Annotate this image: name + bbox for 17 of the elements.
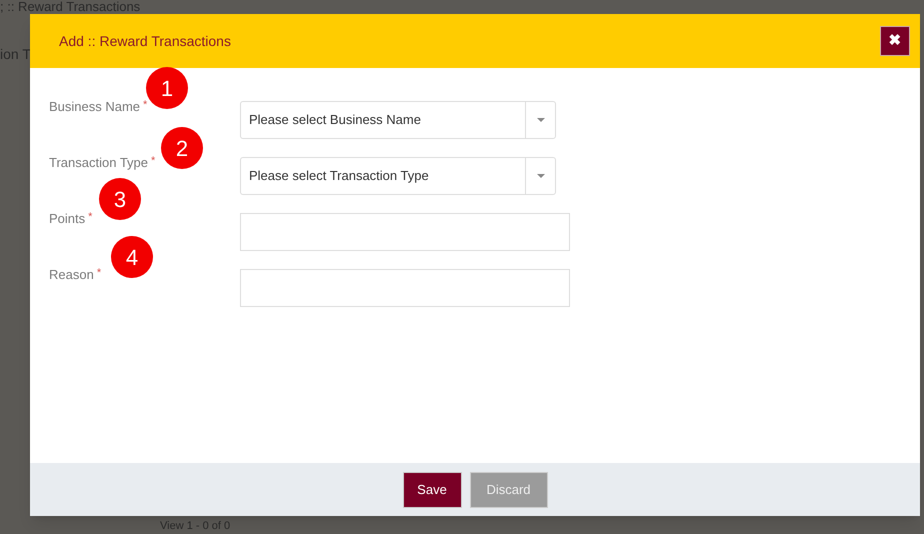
field-label: Business Name: [49, 99, 140, 115]
input-field[interactable]: [240, 213, 570, 251]
required-mark: *: [143, 99, 148, 111]
select-field[interactable]: Please select Business Name: [240, 101, 556, 139]
save-button[interactable]: Save: [402, 472, 462, 508]
field-label: Points: [49, 211, 86, 227]
field-label: Reason: [49, 267, 94, 283]
input-field[interactable]: [240, 269, 570, 307]
field-label: Transaction Type: [49, 155, 148, 171]
caret-icon: [536, 174, 544, 178]
caret-icon: [536, 118, 544, 122]
required-mark: *: [96, 267, 102, 279]
dialog-title: Add :: Reward Transactions: [59, 32, 231, 50]
required-mark: *: [88, 211, 92, 223]
close-button[interactable]: ✖: [880, 26, 910, 56]
select-field[interactable]: Please select Transaction Type: [240, 157, 556, 195]
required-mark: *: [151, 155, 156, 167]
